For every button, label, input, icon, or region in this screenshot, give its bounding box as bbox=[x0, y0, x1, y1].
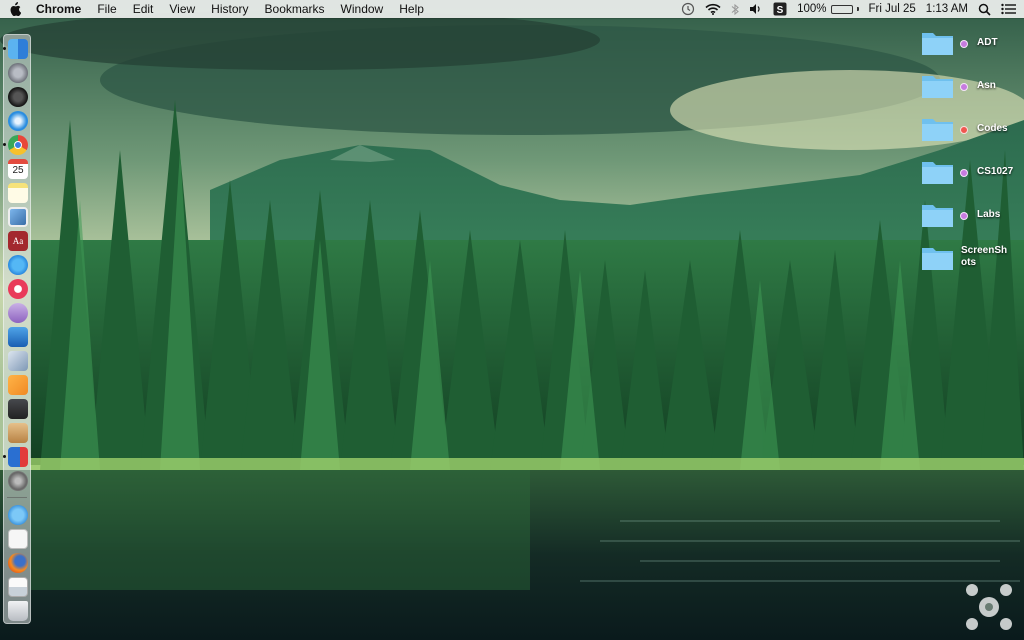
folder-label: ADT bbox=[977, 37, 998, 48]
wifi-icon[interactable] bbox=[700, 0, 726, 18]
menu-history[interactable]: History bbox=[203, 0, 256, 18]
desktop-wallpaper bbox=[0, 0, 1024, 640]
siri-orb-icon[interactable] bbox=[8, 303, 28, 323]
calendar-icon[interactable]: 25 bbox=[8, 159, 28, 179]
photo-booth-icon[interactable] bbox=[8, 399, 28, 419]
menu-date[interactable]: Fri Jul 25 bbox=[864, 0, 921, 18]
watermark-logo-icon bbox=[966, 584, 1012, 630]
battery-tip bbox=[856, 7, 859, 11]
safari-icon[interactable] bbox=[8, 111, 28, 131]
calendar-day: 25 bbox=[12, 165, 24, 176]
folder-label: CS1027 bbox=[977, 166, 1014, 177]
battery-status[interactable]: 100% bbox=[792, 0, 863, 18]
folder-icon bbox=[922, 248, 953, 270]
menu-edit[interactable]: Edit bbox=[125, 0, 162, 18]
folder-tag-dot bbox=[960, 83, 968, 91]
menu-view[interactable]: View bbox=[161, 0, 203, 18]
notes-icon[interactable] bbox=[8, 183, 28, 203]
image-capture-icon[interactable] bbox=[8, 351, 28, 371]
chrome-center bbox=[14, 141, 22, 149]
menu-window[interactable]: Window bbox=[333, 0, 392, 18]
archive-utility-icon[interactable] bbox=[8, 423, 28, 443]
system-preferences-icon[interactable] bbox=[8, 471, 28, 491]
menu-file[interactable]: File bbox=[89, 0, 124, 18]
dock-separator bbox=[7, 497, 27, 498]
folder-tag-dot bbox=[960, 212, 968, 220]
folder-label: ScreenShots bbox=[961, 245, 1008, 268]
launchpad-icon[interactable] bbox=[8, 63, 28, 83]
folder-icon bbox=[922, 76, 953, 98]
desktop-folder-item[interactable]: ADT bbox=[921, 30, 1017, 64]
folder-label: Codes bbox=[977, 123, 1008, 134]
word-icon[interactable] bbox=[8, 327, 28, 347]
desktop-folder-item[interactable]: CS1027 bbox=[921, 159, 1017, 193]
folder-label: Asn bbox=[977, 80, 996, 91]
trash-icon[interactable] bbox=[8, 601, 28, 621]
folder-icon bbox=[922, 205, 953, 227]
menu-help[interactable]: Help bbox=[391, 0, 432, 18]
running-indicator bbox=[3, 455, 6, 458]
folder-tag-dot bbox=[960, 169, 968, 177]
battery-percent: 100% bbox=[797, 3, 827, 15]
dictionary-icon[interactable]: Aa bbox=[8, 231, 28, 251]
codes-app-icon[interactable] bbox=[8, 447, 28, 467]
desktop-folder-item[interactable]: Asn bbox=[921, 73, 1017, 107]
battery-icon bbox=[830, 4, 853, 14]
running-indicator bbox=[3, 143, 6, 146]
dashboard-icon[interactable] bbox=[8, 87, 28, 107]
volume-icon[interactable] bbox=[744, 0, 768, 18]
running-indicator bbox=[3, 47, 6, 50]
desktop-folder-item[interactable]: Codes bbox=[921, 116, 1017, 150]
menu-bar: Chrome File Edit View History Bookmarks … bbox=[0, 0, 1024, 18]
svg-text:S: S bbox=[777, 5, 784, 16]
desktop-folder-item[interactable]: Labs bbox=[921, 202, 1017, 236]
app-store-icon[interactable] bbox=[8, 255, 28, 275]
folder-label: Labs bbox=[977, 209, 1001, 220]
menu-app-name[interactable]: Chrome bbox=[30, 0, 89, 18]
document-stack-icon[interactable] bbox=[8, 529, 28, 549]
screenshot-stack-icon[interactable] bbox=[8, 577, 28, 597]
folder-icon bbox=[922, 119, 953, 141]
menu-time[interactable]: 1:13 AM bbox=[921, 0, 973, 18]
itunes-icon[interactable] bbox=[8, 279, 28, 299]
apple-menu-icon[interactable] bbox=[0, 0, 30, 18]
desktop-folder-item[interactable]: ScreenShots bbox=[921, 245, 1017, 279]
pages-icon[interactable] bbox=[8, 375, 28, 395]
folder-tag-dot bbox=[960, 40, 968, 48]
menu-bookmarks[interactable]: Bookmarks bbox=[257, 0, 333, 18]
finder-icon[interactable] bbox=[8, 39, 28, 59]
folder-icon bbox=[922, 33, 953, 55]
spotlight-icon[interactable] bbox=[973, 0, 996, 18]
folder-icon bbox=[922, 162, 953, 184]
notification-center-icon[interactable] bbox=[996, 0, 1024, 18]
dock: 25 Aa bbox=[3, 34, 31, 624]
time-machine-icon[interactable] bbox=[676, 0, 700, 18]
firefox-icon[interactable] bbox=[8, 553, 28, 573]
app-store-downloads-icon[interactable] bbox=[8, 505, 28, 525]
chrome-icon[interactable] bbox=[8, 135, 28, 155]
dictionary-text: Aa bbox=[12, 236, 24, 246]
preview-icon[interactable] bbox=[8, 207, 28, 227]
bluetooth-icon[interactable] bbox=[726, 0, 744, 18]
folder-tag-dot bbox=[960, 126, 968, 134]
app-s-icon[interactable]: S bbox=[768, 0, 792, 18]
